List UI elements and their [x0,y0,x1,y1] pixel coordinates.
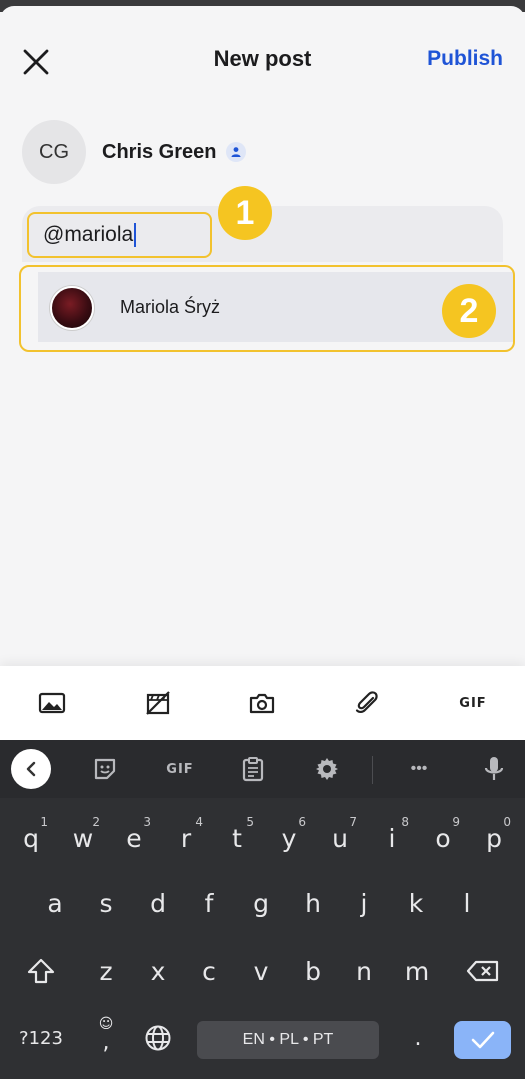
key-k[interactable]: k [394,880,438,926]
globe-icon [145,1025,171,1051]
camera-button[interactable] [245,686,279,720]
backspace-icon [466,960,499,982]
sticker-button[interactable] [90,754,120,784]
header: New post Publish [0,30,525,90]
key-v[interactable]: v [239,948,283,994]
key-j[interactable]: j [342,880,386,926]
key-l[interactable]: l [445,880,489,926]
shift-key[interactable] [18,948,64,994]
key-h[interactable]: h [291,880,335,926]
mention-text: @mariola [43,223,134,246]
key-b[interactable]: b [291,948,335,994]
keyboard-suggestion-bar: GIF ••• [0,740,525,798]
keyboard-gif-label: GIF [166,761,194,777]
key-hint: 1 [40,815,48,829]
paperclip-icon [355,691,378,714]
key-hint: 8 [401,815,409,829]
key-d[interactable]: d [136,880,180,926]
key-label: p [486,823,502,853]
key-m[interactable]: m [394,948,440,994]
image-button[interactable] [35,686,69,720]
keyboard-gif-button[interactable]: GIF [162,754,198,784]
keyboard-back-button[interactable] [11,749,51,789]
more-options-button[interactable]: ••• [404,754,434,784]
video-off-icon [146,691,170,715]
sticker-icon [94,758,116,780]
video-button[interactable] [141,686,175,720]
key-x[interactable]: x [136,948,180,994]
key-label: w [72,823,94,853]
key-label: o [435,823,451,853]
enter-button[interactable] [454,1021,511,1059]
key-label: i [388,823,396,853]
key-label: e [126,823,142,853]
comma-label: , [102,1030,110,1055]
avatar: CG [22,120,86,184]
key-q[interactable]: q1 [8,815,54,861]
key-hint: 6 [298,815,306,829]
attachment-toolbar: GIF [0,666,525,740]
key-t[interactable]: t5 [214,815,260,861]
attach-button[interactable] [350,686,384,720]
checkmark-icon [471,1031,494,1049]
person-icon [226,142,247,162]
gif-button[interactable]: GIF [455,686,491,720]
key-label: t [232,823,242,853]
publish-button[interactable]: Publish [427,47,503,71]
camera-icon [249,693,275,714]
period-key[interactable]: . [400,1018,436,1058]
key-z[interactable]: z [84,948,128,994]
shift-icon [27,958,55,984]
key-f[interactable]: f [187,880,231,926]
key-y[interactable]: y6 [266,815,312,861]
key-label: q [23,823,39,853]
keyboard-settings-button[interactable] [312,754,342,784]
key-p[interactable]: p0 [471,815,517,861]
key-label: u [332,823,348,853]
suggestion-highlight[interactable] [19,265,515,352]
author-name: Chris Green [102,140,217,163]
chevron-left-icon [26,761,36,777]
key-n[interactable]: n [342,948,386,994]
key-hint: 5 [246,815,254,829]
key-u[interactable]: u7 [317,815,363,861]
gear-icon [316,758,338,780]
key-a[interactable]: a [33,880,77,926]
symbols-key[interactable]: ?123 [10,1018,72,1058]
key-label: y [281,823,297,853]
callout-badge-1: 1 [218,186,272,240]
clipboard-button[interactable] [238,754,268,784]
key-r[interactable]: r4 [163,815,209,861]
key-e[interactable]: e3 [111,815,157,861]
mention-input[interactable]: @mariola [27,212,212,258]
space-bar[interactable]: EN • PL • PT [197,1021,379,1059]
key-label: r [180,823,192,853]
key-hint: 9 [452,815,460,829]
emoji-comma-key[interactable]: ☺ , [88,1014,124,1060]
key-hint: 7 [349,815,357,829]
clipboard-icon [242,757,264,782]
image-icon [38,692,66,714]
key-w[interactable]: w2 [60,815,106,861]
backspace-key[interactable] [460,948,506,994]
gif-label: GIF [459,695,487,711]
author-row: CG Chris Green [22,120,247,184]
key-g[interactable]: g [239,880,283,926]
key-s[interactable]: s [84,880,128,926]
text-caret [134,223,137,247]
key-hint: 3 [143,815,151,829]
toolbar-divider [372,756,373,784]
key-hint: 0 [503,815,511,829]
microphone-icon [484,757,504,780]
key-o[interactable]: o9 [420,815,466,861]
key-c[interactable]: c [187,948,231,994]
key-hint: 4 [195,815,203,829]
key-hint: 2 [92,815,100,829]
language-key[interactable] [139,1018,177,1058]
voice-input-button[interactable] [479,754,509,784]
callout-badge-2: 2 [442,284,496,338]
key-i[interactable]: i8 [369,815,415,861]
